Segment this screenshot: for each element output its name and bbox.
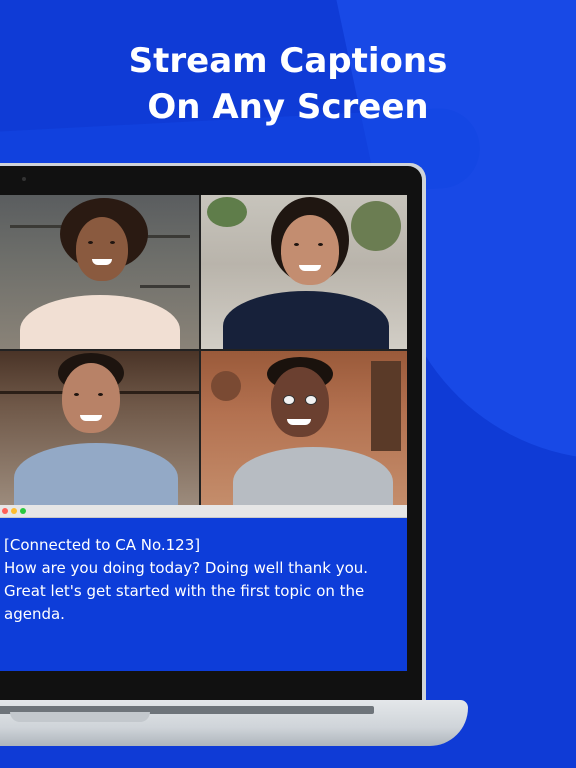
- laptop-screen: [Connected to CA No.123] How are you doi…: [0, 195, 407, 671]
- participant-eye: [88, 241, 93, 244]
- hanging-pan: [211, 371, 241, 401]
- close-window-button[interactable]: [2, 508, 8, 514]
- participant-smile: [80, 415, 102, 421]
- participant-shirt: [20, 295, 180, 349]
- video-tile-participant-3[interactable]: [0, 351, 199, 505]
- video-tile-participant-2[interactable]: [201, 195, 407, 349]
- participant-shirt: [233, 447, 393, 505]
- participant-eye: [318, 243, 323, 246]
- shelf: [371, 361, 401, 451]
- plant: [351, 201, 401, 251]
- participant-eye: [98, 393, 103, 396]
- webcam-icon: [22, 177, 26, 181]
- glasses-icon: [283, 395, 295, 405]
- caption-line: agenda.: [4, 605, 65, 623]
- participant-face: [62, 363, 120, 433]
- participant-smile: [287, 419, 311, 425]
- headline: Stream Captions On Any Screen: [0, 38, 576, 130]
- headline-line-2: On Any Screen: [147, 87, 429, 127]
- participant-face: [76, 217, 128, 281]
- laptop-trackpad-notch: [10, 712, 150, 722]
- participant-smile: [299, 265, 321, 271]
- caption-line: Great let's get started with the first t…: [4, 582, 365, 600]
- participant-eye: [74, 393, 79, 396]
- video-call-grid: [0, 195, 407, 505]
- video-tile-participant-1[interactable]: [0, 195, 199, 349]
- caption-window-titlebar[interactable]: [0, 505, 407, 518]
- video-tile-participant-4[interactable]: [201, 351, 407, 505]
- maximize-window-button[interactable]: [20, 508, 26, 514]
- bookshelf: [140, 285, 190, 288]
- participant-eye: [110, 241, 115, 244]
- caption-text: [Connected to CA No.123] How are you doi…: [4, 534, 400, 626]
- participant-shirt: [14, 443, 178, 505]
- participant-smile: [92, 259, 112, 265]
- caption-line: How are you doing today? Doing well than…: [4, 559, 369, 577]
- headline-line-1: Stream Captions: [128, 41, 448, 81]
- participant-shirt: [223, 291, 389, 349]
- glasses-icon: [305, 395, 317, 405]
- caption-window: [Connected to CA No.123] How are you doi…: [0, 518, 407, 671]
- participant-face: [281, 215, 339, 285]
- plant: [207, 197, 247, 227]
- caption-line: [Connected to CA No.123]: [4, 536, 201, 554]
- participant-eye: [294, 243, 299, 246]
- participant-face: [271, 367, 329, 437]
- minimize-window-button[interactable]: [11, 508, 17, 514]
